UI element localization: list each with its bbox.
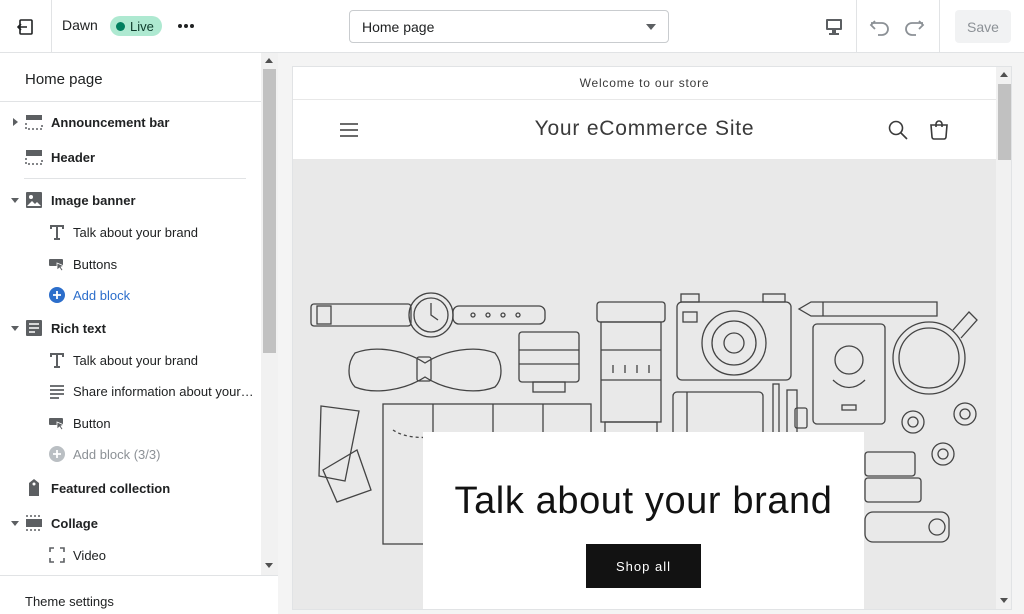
topbar-separator (939, 0, 940, 53)
block-label: Talk about your brand (73, 224, 199, 240)
section-label: Image banner (51, 192, 136, 208)
theme-settings-label: Theme settings (25, 594, 114, 609)
section-label: Header (51, 149, 96, 165)
banner-content-box: Talk about your brand Shop all (423, 432, 864, 609)
scroll-down-arrow-icon[interactable] (265, 563, 273, 568)
redo-button[interactable] (900, 14, 928, 40)
section-featured-collection[interactable]: Featured collection (0, 473, 261, 503)
scroll-up-arrow-icon[interactable] (1000, 72, 1008, 77)
rich-text-icon (24, 318, 44, 338)
more-actions-button[interactable] (172, 14, 200, 38)
plus-circle-icon (47, 285, 67, 305)
section-announcement-bar[interactable]: Announcement bar (0, 107, 261, 137)
block-label: Button (73, 415, 111, 431)
theme-settings-tab[interactable]: Theme settings (0, 575, 278, 614)
block-rich-button[interactable]: Button (0, 408, 261, 438)
live-dot-icon (116, 21, 125, 31)
caret-down-icon (646, 24, 656, 30)
text-icon (47, 222, 67, 242)
block-banner-buttons[interactable]: Buttons (0, 249, 261, 279)
save-button[interactable]: Save (955, 10, 1011, 43)
add-block-label: Add block (73, 287, 131, 303)
undo-button[interactable] (866, 14, 894, 40)
block-banner-text[interactable]: Talk about your brand (0, 217, 261, 247)
sidebar-scrollbar[interactable] (261, 53, 278, 575)
redo-icon (905, 20, 925, 36)
sidebar-title-divider (0, 101, 262, 102)
page-selector-value: Home page (362, 18, 435, 35)
desktop-icon (826, 18, 842, 35)
section-label: Featured collection (51, 480, 171, 496)
block-label: Talk about your brand (73, 352, 199, 368)
image-icon (24, 190, 44, 210)
paragraph-icon (47, 381, 67, 401)
block-rich-text[interactable]: Share information about your brand with … (0, 376, 261, 406)
scroll-down-arrow-icon[interactable] (1000, 598, 1008, 603)
editor-topbar: Dawn Live Home page Save (0, 0, 1024, 53)
exit-icon (16, 18, 33, 35)
preview-scrollbar[interactable] (996, 67, 1011, 609)
image-banner[interactable]: Talk about your brand Shop all (293, 160, 996, 609)
shop-all-button[interactable]: Shop all (586, 544, 701, 588)
live-status-badge: Live (110, 16, 162, 36)
chevron-down-icon[interactable] (10, 195, 20, 205)
announcement-bar[interactable]: Welcome to our store (293, 67, 996, 100)
chevron-down-icon[interactable] (10, 323, 20, 333)
block-label: Video (73, 547, 107, 563)
banner-heading[interactable]: Talk about your brand (423, 480, 864, 523)
section-rich-text[interactable]: Rich text (0, 313, 261, 343)
sections-sidebar: Home page Announcement bar Header Image … (0, 53, 278, 614)
text-icon (47, 350, 67, 370)
storefront-preview: Welcome to our store Your eCommerce Site (292, 66, 1012, 610)
button-icon (47, 413, 67, 433)
header-section-icon (24, 147, 44, 167)
sidebar-divider (24, 178, 246, 179)
section-collage[interactable]: Collage (0, 508, 261, 538)
plus-circle-icon (47, 444, 67, 464)
theme-name: Dawn (62, 17, 98, 33)
chevron-down-icon[interactable] (10, 518, 20, 528)
block-label: Buttons (73, 256, 118, 272)
announcement-text: Welcome to our store (579, 76, 710, 90)
page-selector[interactable]: Home page (349, 10, 669, 43)
chevron-right-icon[interactable] (10, 117, 20, 127)
sidebar-title: Home page (25, 71, 103, 88)
search-icon[interactable] (887, 119, 909, 141)
block-collage-video[interactable]: Video (0, 540, 261, 570)
site-header[interactable]: Your eCommerce Site (293, 100, 996, 160)
exit-button[interactable] (0, 0, 52, 53)
add-block-label: Add block (3/3) (73, 446, 161, 462)
add-block-rich-text[interactable]: Add block (3/3) (0, 439, 261, 469)
video-frame-icon (47, 545, 67, 565)
undo-icon (869, 20, 889, 36)
cart-icon[interactable] (927, 118, 951, 142)
scrollbar-thumb[interactable] (998, 84, 1011, 160)
block-rich-heading[interactable]: Talk about your brand (0, 345, 261, 375)
section-header[interactable]: Header (0, 142, 261, 172)
live-badge-label: Live (130, 18, 154, 34)
collage-icon (24, 513, 44, 533)
add-block-banner[interactable]: Add block (0, 280, 261, 310)
tag-icon (24, 478, 44, 498)
section-label: Collage (51, 515, 98, 531)
announcement-bar-icon (24, 112, 44, 132)
scrollbar-thumb[interactable] (263, 69, 276, 353)
more-horizontal-icon (178, 24, 194, 28)
block-label: Share information about your brand with … (73, 383, 255, 399)
scroll-up-arrow-icon[interactable] (265, 58, 273, 63)
section-label: Announcement bar (51, 114, 170, 130)
device-preview-button[interactable] (812, 0, 857, 53)
section-label: Rich text (51, 320, 106, 336)
button-icon (47, 254, 67, 274)
section-image-banner[interactable]: Image banner (0, 185, 261, 215)
